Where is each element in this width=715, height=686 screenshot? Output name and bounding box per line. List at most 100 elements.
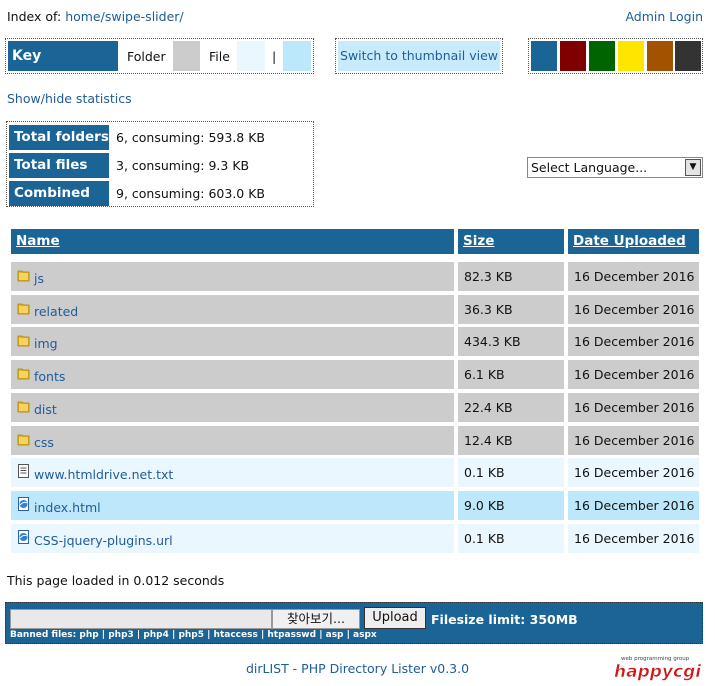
file-size: 36.3 KB bbox=[464, 302, 513, 317]
column-header-name: Name bbox=[11, 229, 454, 254]
table-row-size-cell: 0.1 KB bbox=[458, 524, 564, 553]
table-row-name-cell[interactable]: dist bbox=[11, 393, 454, 422]
table-row-size-cell: 22.4 KB bbox=[458, 393, 564, 422]
total-folders-value: 6, consuming: 593.8 KB bbox=[116, 130, 265, 145]
admin-login-link[interactable]: Admin Login bbox=[625, 9, 703, 24]
web-file-icon bbox=[18, 497, 29, 511]
folder-icon bbox=[17, 434, 30, 446]
sort-by-size-link[interactable]: Size bbox=[463, 233, 494, 249]
theme-swatch-green[interactable] bbox=[589, 41, 615, 71]
theme-swatch-blue[interactable] bbox=[531, 41, 557, 71]
theme-swatch-brown[interactable] bbox=[647, 41, 673, 71]
file-size: 0.1 KB bbox=[464, 465, 505, 480]
date-uploaded: 16 December 2016 bbox=[574, 302, 695, 317]
file-size: 12.4 KB bbox=[464, 433, 513, 448]
table-row-size-cell: 0.1 KB bbox=[458, 458, 564, 487]
file-name-link[interactable]: dist bbox=[34, 402, 57, 417]
key-file-label: File bbox=[209, 49, 230, 64]
file-name-link[interactable]: related bbox=[34, 304, 78, 319]
file-size: 6.1 KB bbox=[464, 367, 505, 382]
key-legend: Key Folder File | bbox=[5, 38, 314, 74]
show-hide-statistics-link[interactable]: Show/hide statistics bbox=[7, 91, 132, 106]
file-name-link[interactable]: index.html bbox=[34, 500, 101, 515]
table-row-date-cell: 16 December 2016 bbox=[568, 458, 699, 487]
table-row-date-cell: 16 December 2016 bbox=[568, 262, 699, 291]
file-path-input[interactable] bbox=[10, 609, 272, 629]
table-row-date-cell: 16 December 2016 bbox=[568, 360, 699, 389]
folder-icon bbox=[17, 270, 30, 282]
table-row-name-cell[interactable]: fonts bbox=[11, 360, 454, 389]
table-row-date-cell: 16 December 2016 bbox=[568, 426, 699, 455]
file-name-link[interactable]: www.htmldrive.net.txt bbox=[34, 467, 173, 482]
theme-swatch-dark[interactable] bbox=[675, 41, 701, 71]
file-size: 82.3 KB bbox=[464, 269, 513, 284]
folder-icon bbox=[17, 368, 30, 380]
sort-by-date-link[interactable]: Date Uploaded bbox=[573, 233, 686, 249]
theme-picker bbox=[528, 38, 703, 74]
browse-button[interactable]: 찾아보기... bbox=[272, 609, 360, 629]
chevron-down-icon: ▼ bbox=[685, 159, 701, 176]
table-row-size-cell: 12.4 KB bbox=[458, 426, 564, 455]
table-row-name-cell[interactable]: index.html bbox=[11, 491, 454, 520]
folder-color-swatch bbox=[173, 41, 200, 71]
language-select-value: Select Language... bbox=[531, 160, 648, 175]
date-uploaded: 16 December 2016 bbox=[574, 400, 695, 415]
file-size: 22.4 KB bbox=[464, 400, 513, 415]
page-load-time: This page loaded in 0.012 seconds bbox=[7, 573, 225, 588]
file-name-link[interactable]: css bbox=[34, 435, 54, 450]
date-uploaded: 16 December 2016 bbox=[574, 498, 695, 513]
statistics-box: Total folders 6, consuming: 593.8 KB Tot… bbox=[6, 121, 314, 207]
table-row-name-cell[interactable]: www.htmldrive.net.txt bbox=[11, 458, 454, 487]
switch-thumbnail-view-button[interactable]: Switch to thumbnail view bbox=[338, 41, 500, 71]
table-row-name-cell[interactable]: js bbox=[11, 262, 454, 291]
file-name-link[interactable]: js bbox=[34, 271, 44, 286]
sort-by-name-link[interactable]: Name bbox=[16, 233, 60, 249]
key-separator: | bbox=[272, 49, 277, 64]
index-path: Index of: home/swipe-slider/ bbox=[7, 9, 184, 24]
key-title: Key bbox=[8, 41, 118, 71]
table-row-name-cell[interactable]: related bbox=[11, 295, 454, 324]
table-row-name-cell[interactable]: CSS-jquery-plugins.url bbox=[11, 524, 454, 553]
table-row-name-cell[interactable]: img bbox=[11, 327, 454, 356]
banned-files-note: Banned files: php | php3 | php4 | php5 |… bbox=[10, 630, 377, 640]
file-size: 434.3 KB bbox=[464, 334, 521, 349]
table-row-size-cell: 82.3 KB bbox=[458, 262, 564, 291]
filesize-limit: Filesize limit: 350MB bbox=[431, 612, 578, 627]
file-name-link[interactable]: img bbox=[34, 336, 58, 351]
footer-credit-link[interactable]: dirLIST - PHP Directory Lister v0.3.0 bbox=[0, 661, 715, 676]
upload-button[interactable]: Upload bbox=[364, 607, 426, 629]
language-select[interactable]: Select Language... ▼ bbox=[527, 157, 703, 178]
logo-wordmark: happycgi bbox=[614, 662, 702, 682]
table-row-date-cell: 16 December 2016 bbox=[568, 524, 699, 553]
theme-swatch-yellow[interactable] bbox=[618, 41, 644, 71]
folder-icon bbox=[17, 401, 30, 413]
table-row-name-cell[interactable]: css bbox=[11, 426, 454, 455]
table-row-size-cell: 434.3 KB bbox=[458, 327, 564, 356]
combined-value: 9, consuming: 603.0 KB bbox=[116, 186, 265, 201]
file-name-link[interactable]: fonts bbox=[34, 369, 65, 384]
date-uploaded: 16 December 2016 bbox=[574, 367, 695, 382]
total-files-label: Total files bbox=[9, 153, 109, 178]
column-header-size: Size bbox=[458, 229, 564, 254]
folder-icon bbox=[17, 303, 30, 315]
total-files-value: 3, consuming: 9.3 KB bbox=[116, 158, 250, 173]
folder-icon bbox=[17, 335, 30, 347]
file-color-swatch bbox=[237, 41, 265, 71]
combined-label: Combined bbox=[9, 181, 109, 206]
table-row-date-cell: 16 December 2016 bbox=[568, 295, 699, 324]
column-header-date: Date Uploaded bbox=[568, 229, 699, 254]
table-row-date-cell: 16 December 2016 bbox=[568, 491, 699, 520]
file-size: 9.0 KB bbox=[464, 498, 505, 513]
date-uploaded: 16 December 2016 bbox=[574, 531, 695, 546]
date-uploaded: 16 December 2016 bbox=[574, 334, 695, 349]
table-row-size-cell: 36.3 KB bbox=[458, 295, 564, 324]
table-row-date-cell: 16 December 2016 bbox=[568, 327, 699, 356]
table-row-size-cell: 6.1 KB bbox=[458, 360, 564, 389]
path-link[interactable]: home/swipe-slider/ bbox=[65, 9, 183, 24]
web-file-icon bbox=[18, 530, 29, 544]
file-name-link[interactable]: CSS-jquery-plugins.url bbox=[34, 533, 173, 548]
theme-swatch-maroon[interactable] bbox=[560, 41, 586, 71]
table-row-size-cell: 9.0 KB bbox=[458, 491, 564, 520]
date-uploaded: 16 December 2016 bbox=[574, 269, 695, 284]
file-size: 0.1 KB bbox=[464, 531, 505, 546]
